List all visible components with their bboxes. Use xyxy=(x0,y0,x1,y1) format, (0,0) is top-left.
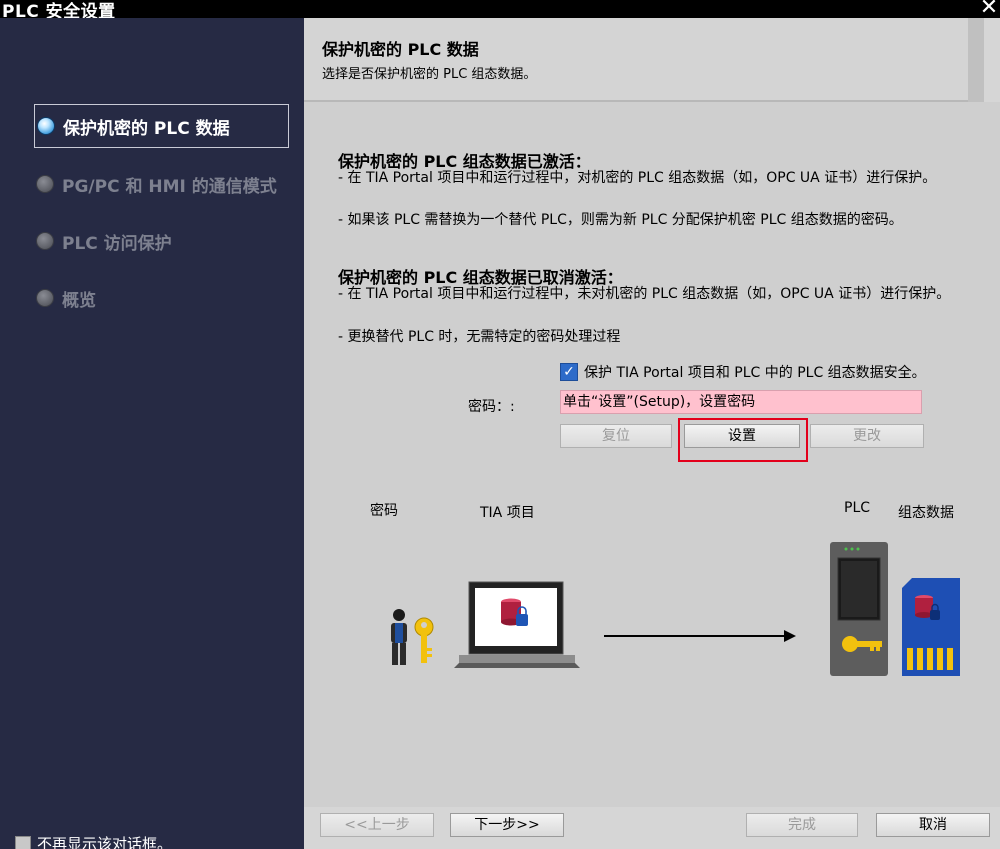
page-header: 保护机密的 PLC 数据 选择是否保护机密的 PLC 组态数据。 xyxy=(304,18,984,102)
header-scrollbar[interactable] xyxy=(968,18,984,102)
dont-show-again-label: 不再显示该对话框。 xyxy=(37,835,173,849)
next-button[interactable]: 下一步>> xyxy=(450,813,564,837)
sidebar-item-label: PLC 访问保护 xyxy=(62,233,172,254)
sidebar-item-access-protection[interactable]: PLC 访问保护 xyxy=(34,219,289,263)
radio-selected-icon xyxy=(37,117,55,135)
content-area: 保护机密的 PLC 组态数据已激活： - 在 TIA Portal 项目中和运行… xyxy=(304,102,1000,807)
radio-unselected-icon xyxy=(36,232,54,250)
checkbox-unchecked-icon[interactable] xyxy=(15,835,31,849)
footer-bar: <<上一步 下一步>> 完成 取消 xyxy=(304,807,1000,849)
dont-show-again-checkbox[interactable]: 不再显示该对话框。 xyxy=(15,833,172,849)
sidebar-item-protect-data[interactable]: 保护机密的 PLC 数据 xyxy=(34,104,289,148)
sidebar: 保护机密的 PLC 数据 PG/PC 和 HMI 的通信模式 PLC 访问保护 … xyxy=(0,18,304,849)
sidebar-item-label: 保护机密的 PLC 数据 xyxy=(63,118,230,139)
main-panel: 保护机密的 PLC 数据 选择是否保护机密的 PLC 组态数据。 保护机密的 P… xyxy=(304,18,1000,849)
title-bar: PLC 安全设置 ✕ xyxy=(0,0,1000,22)
page-subtitle: 选择是否保护机密的 PLC 组态数据。 xyxy=(322,67,537,82)
diagram-graphics xyxy=(391,542,960,676)
sidebar-item-communication-mode[interactable]: PG/PC 和 HMI 的通信模式 xyxy=(34,162,289,206)
radio-unselected-icon xyxy=(36,175,54,193)
page-title: 保护机密的 PLC 数据 xyxy=(322,40,479,59)
sidebar-item-overview[interactable]: 概览 xyxy=(34,276,289,320)
finish-button[interactable]: 完成 xyxy=(746,813,858,837)
laptop-icon xyxy=(454,581,580,668)
cancel-button[interactable]: 取消 xyxy=(876,813,990,837)
sidebar-item-label: 概览 xyxy=(62,290,96,311)
plc-device-icon xyxy=(830,542,888,676)
memory-card-icon xyxy=(902,578,960,676)
radio-unselected-icon xyxy=(36,289,54,307)
back-button[interactable]: <<上一步 xyxy=(320,813,434,837)
user-key-icon xyxy=(391,609,434,665)
close-icon[interactable]: ✕ xyxy=(978,0,1000,19)
arrow-right-icon xyxy=(604,630,796,642)
sidebar-item-label: PG/PC 和 HMI 的通信模式 xyxy=(62,176,277,197)
